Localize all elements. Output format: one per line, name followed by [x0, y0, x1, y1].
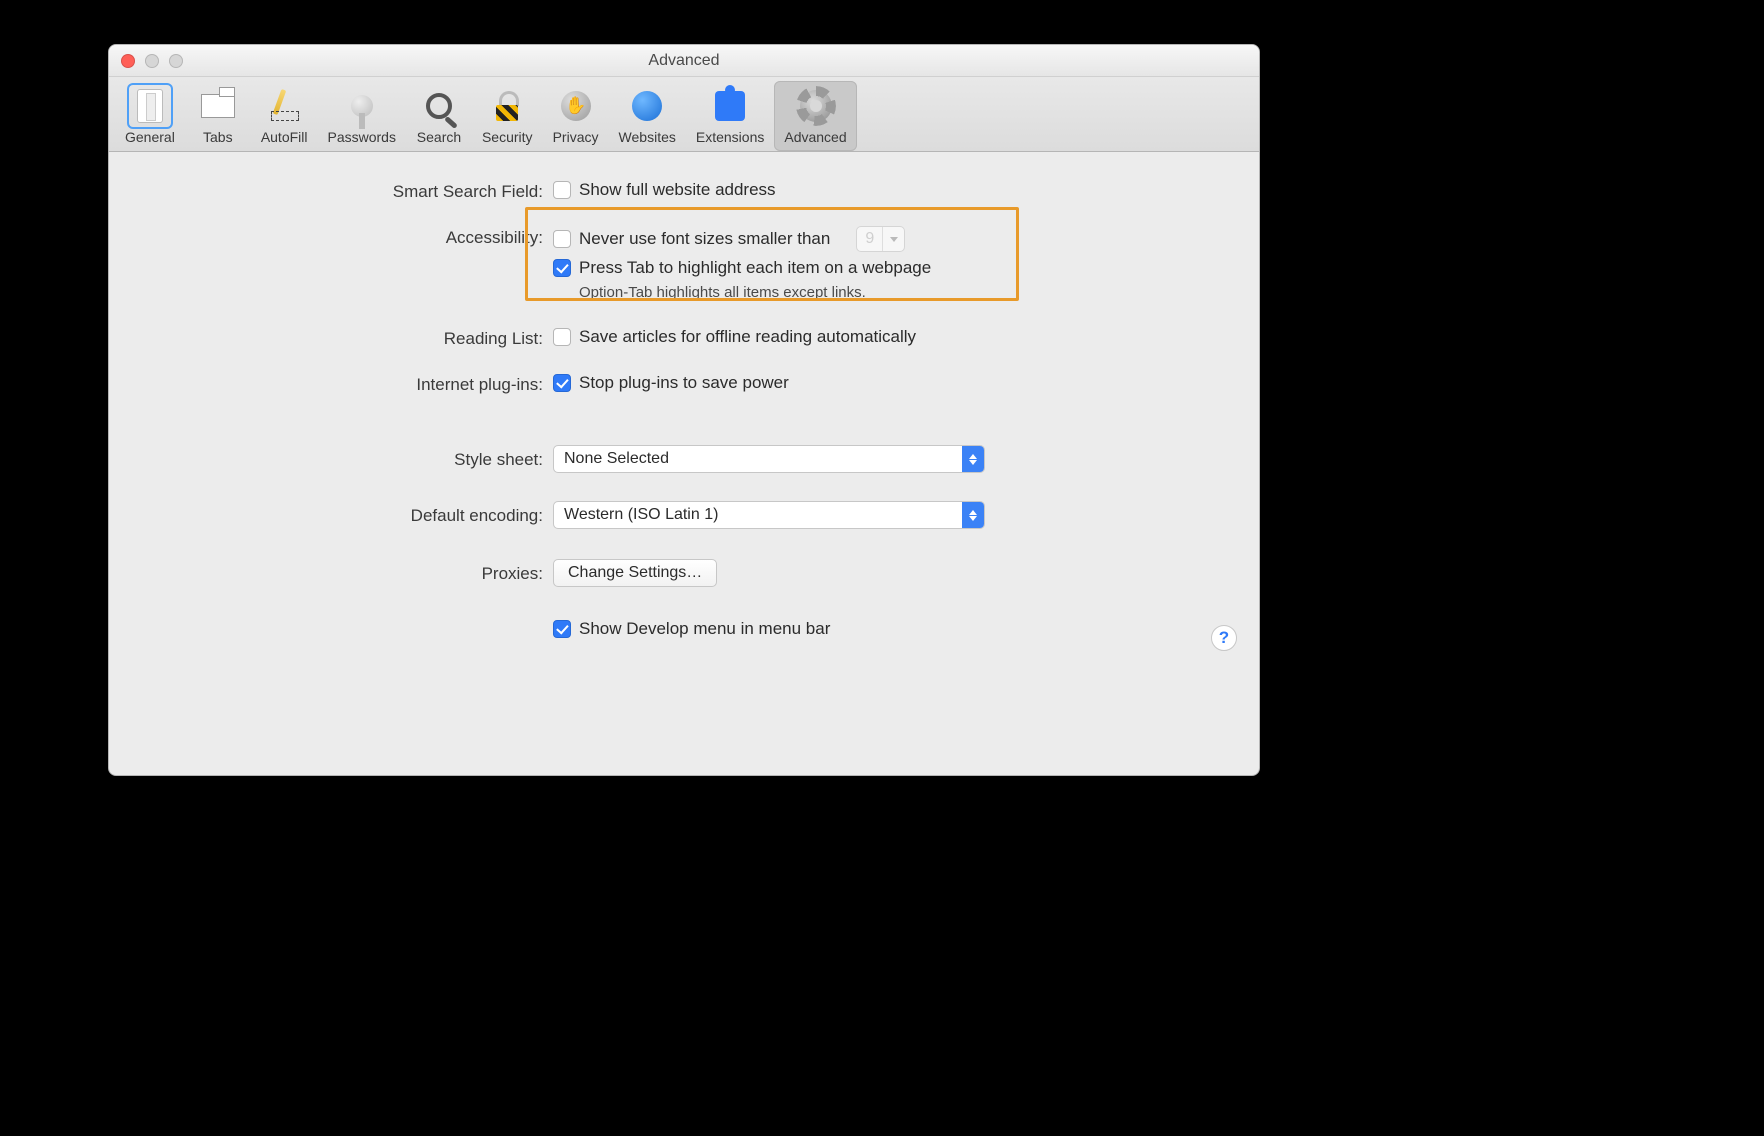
checkbox-icon — [553, 230, 571, 248]
min-font-size-value: 9 — [857, 230, 882, 248]
change-proxy-settings-label: Change Settings… — [568, 564, 702, 582]
stylesheet-label: Style sheet: — [139, 445, 553, 470]
offline-reading-checkbox[interactable]: Save articles for offline reading automa… — [553, 327, 916, 347]
close-window-button[interactable] — [121, 54, 135, 68]
general-icon — [129, 85, 171, 127]
tab-search-label: Search — [417, 129, 461, 145]
tab-privacy-label: Privacy — [553, 129, 599, 145]
show-develop-menu-checkbox[interactable]: Show Develop menu in menu bar — [553, 619, 830, 639]
help-button[interactable]: ? — [1211, 625, 1237, 651]
search-icon — [418, 85, 460, 127]
chevron-down-icon — [882, 227, 904, 251]
checkbox-checked-icon — [553, 259, 571, 277]
tab-extensions-label: Extensions — [696, 129, 764, 145]
prefs-toolbar: General Tabs AutoFill Passwords Search S… — [109, 77, 1259, 152]
reading-list-label: Reading List: — [139, 327, 553, 349]
tab-tabs[interactable]: Tabs — [185, 81, 251, 151]
show-develop-menu-label: Show Develop menu in menu bar — [579, 619, 830, 639]
stylesheet-popup[interactable]: None Selected — [553, 445, 985, 473]
tab-search[interactable]: Search — [406, 81, 472, 151]
autofill-icon — [263, 85, 305, 127]
min-font-size-checkbox[interactable]: Never use font sizes smaller than 9 — [553, 226, 905, 252]
popup-arrows-icon — [962, 446, 984, 472]
security-icon — [486, 85, 528, 127]
smart-search-label: Smart Search Field: — [139, 180, 553, 202]
show-full-url-label: Show full website address — [579, 180, 776, 200]
window-title: Advanced — [109, 52, 1259, 70]
checkbox-checked-icon — [553, 374, 571, 392]
tab-security[interactable]: Security — [472, 81, 543, 151]
tab-advanced[interactable]: Advanced — [774, 81, 856, 151]
encoding-popup[interactable]: Western (ISO Latin 1) — [553, 501, 985, 529]
stop-plugins-label: Stop plug-ins to save power — [579, 373, 789, 393]
websites-icon — [626, 85, 668, 127]
privacy-icon: ✋ — [555, 85, 597, 127]
tab-highlight-hint: Option-Tab highlights all items except l… — [579, 284, 866, 301]
zoom-window-button[interactable] — [169, 54, 183, 68]
tab-autofill-label: AutoFill — [261, 129, 308, 145]
minimize-window-button[interactable] — [145, 54, 159, 68]
offline-reading-label: Save articles for offline reading automa… — [579, 327, 916, 347]
tab-extensions[interactable]: Extensions — [686, 81, 774, 151]
stop-plugins-checkbox[interactable]: Stop plug-ins to save power — [553, 373, 789, 393]
accessibility-label: Accessibility: — [139, 226, 553, 248]
tab-autofill[interactable]: AutoFill — [251, 81, 318, 151]
show-full-url-checkbox[interactable]: Show full website address — [553, 180, 776, 200]
help-icon: ? — [1219, 628, 1229, 648]
change-proxy-settings-button[interactable]: Change Settings… — [553, 559, 717, 587]
tab-websites-label: Websites — [619, 129, 676, 145]
tab-highlight-label: Press Tab to highlight each item on a we… — [579, 258, 931, 278]
passwords-icon — [341, 85, 383, 127]
encoding-value: Western (ISO Latin 1) — [564, 506, 962, 524]
tab-security-label: Security — [482, 129, 533, 145]
tab-passwords-label: Passwords — [328, 129, 396, 145]
proxies-label: Proxies: — [139, 559, 553, 584]
tab-passwords[interactable]: Passwords — [318, 81, 406, 151]
min-font-size-stepper[interactable]: 9 — [856, 226, 905, 252]
plugins-label: Internet plug-ins: — [139, 373, 553, 395]
tab-tabs-label: Tabs — [203, 129, 233, 145]
tab-general[interactable]: General — [115, 81, 185, 151]
tab-advanced-label: Advanced — [784, 129, 846, 145]
checkbox-checked-icon — [553, 620, 571, 638]
extensions-icon — [709, 85, 751, 127]
preferences-window: Advanced General Tabs AutoFill Passwords… — [108, 44, 1260, 776]
titlebar: Advanced — [109, 45, 1259, 77]
tab-websites[interactable]: Websites — [609, 81, 686, 151]
advanced-pane: Smart Search Field: Show full website ad… — [109, 152, 1259, 669]
tabs-icon — [197, 85, 239, 127]
advanced-icon — [795, 85, 837, 127]
stylesheet-value: None Selected — [564, 450, 962, 468]
checkbox-icon — [553, 328, 571, 346]
min-font-size-label: Never use font sizes smaller than — [579, 229, 830, 249]
tab-highlight-checkbox[interactable]: Press Tab to highlight each item on a we… — [553, 258, 931, 278]
traffic-lights — [121, 54, 183, 68]
checkbox-icon — [553, 181, 571, 199]
encoding-label: Default encoding: — [139, 501, 553, 526]
tab-general-label: General — [125, 129, 175, 145]
tab-privacy[interactable]: ✋ Privacy — [543, 81, 609, 151]
popup-arrows-icon — [962, 502, 984, 528]
